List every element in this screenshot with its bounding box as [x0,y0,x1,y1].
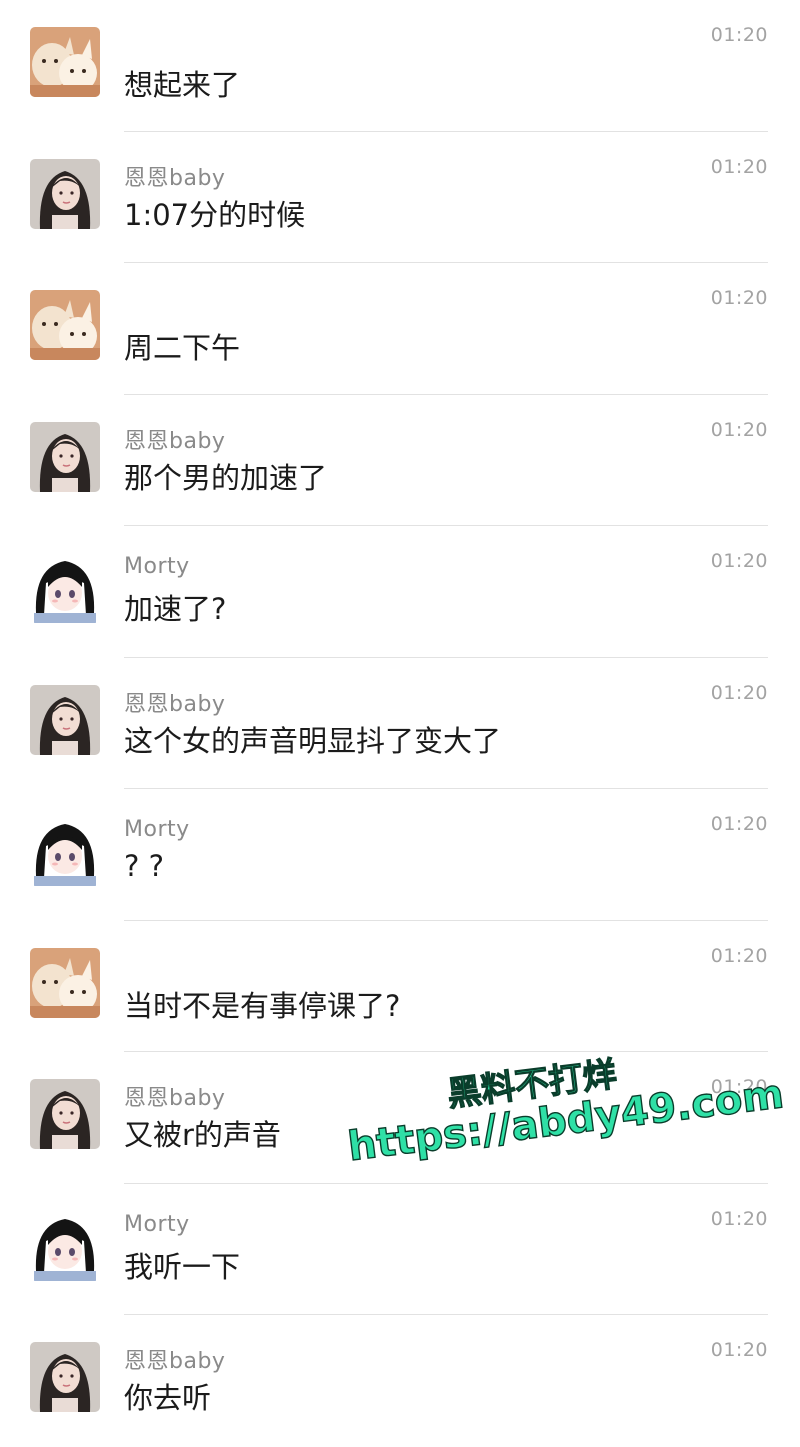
sender-name: 恩恩baby [124,691,226,717]
message-row[interactable]: 周二下午 01:20 [0,263,800,395]
message-time: 01:20 [710,287,768,309]
message-text: 这个女的声音明显抖了变大了 [124,723,502,758]
message-text: 1:07分的时候 [124,197,306,232]
sender-name: 恩恩baby [124,428,226,454]
message-text: 周二下午 [124,331,241,365]
message-time: 01:20 [710,155,768,178]
message-text: 当时不是有事停课了? [124,988,401,1023]
message-row[interactable]: Morty ? ? 01:20 [0,789,800,921]
message-time: 01:20 [710,24,768,46]
message-text: 那个男的加速了 [124,460,328,495]
message-time: 01:20 [710,813,768,835]
sender-name: Morty [124,554,190,579]
sender-name: Morty [124,1211,190,1237]
avatar-girl-icon[interactable] [30,1342,100,1412]
message-row[interactable]: Morty 我听一下 01:20 [0,1184,800,1315]
message-row[interactable]: 恩恩baby 1:07分的时候 01:20 [0,132,800,263]
avatar-girl-icon[interactable] [30,684,100,755]
avatar-girl-icon[interactable] [30,1079,100,1149]
message-text: ? ? [124,849,165,883]
message-time: 01:20 [710,418,768,441]
avatar-girl-icon[interactable] [30,158,100,229]
message-text: 你去听 [124,1381,212,1415]
message-time: 01:20 [710,550,768,572]
message-time: 01:20 [710,1339,768,1361]
sender-name: 恩恩baby [124,1349,226,1374]
avatar-cat-icon[interactable] [30,290,100,360]
sender-name: Morty [124,817,190,842]
message-time: 01:20 [710,1076,768,1098]
avatar-anime-icon[interactable] [30,553,100,623]
message-row[interactable]: 恩恩baby 那个男的加速了 01:20 [0,395,800,526]
message-text: 加速了? [124,592,227,626]
message-row[interactable]: 想起来了 01:20 [0,0,800,132]
message-time: 01:20 [710,1207,768,1230]
message-row[interactable]: 恩恩baby 这个女的声音明显抖了变大了 01:20 [0,658,800,789]
avatar-girl-icon[interactable] [30,421,100,492]
message-row[interactable]: 恩恩baby 又被r的声音 01:20 [0,1052,800,1184]
avatar-cat-icon[interactable] [30,27,100,97]
chat-message-list: 想起来了 01:20 恩恩baby 1:07分的时候 01:20 周二下午 01… [0,0,800,1447]
message-text: 又被r的声音 [124,1118,281,1152]
sender-name: 恩恩baby [124,165,226,191]
avatar-anime-icon[interactable] [30,1210,100,1281]
message-time: 01:20 [710,944,768,967]
message-row[interactable]: 恩恩baby 你去听 01:20 [0,1315,800,1447]
message-row[interactable]: 当时不是有事停课了? 01:20 [0,921,800,1052]
message-time: 01:20 [710,681,768,704]
avatar-cat-icon[interactable] [30,947,100,1018]
message-row[interactable]: Morty 加速了? 01:20 [0,526,800,658]
avatar-anime-icon[interactable] [30,816,100,886]
message-text: 想起来了 [124,68,241,102]
message-text: 我听一下 [124,1249,241,1284]
sender-name: 恩恩baby [124,1086,226,1111]
